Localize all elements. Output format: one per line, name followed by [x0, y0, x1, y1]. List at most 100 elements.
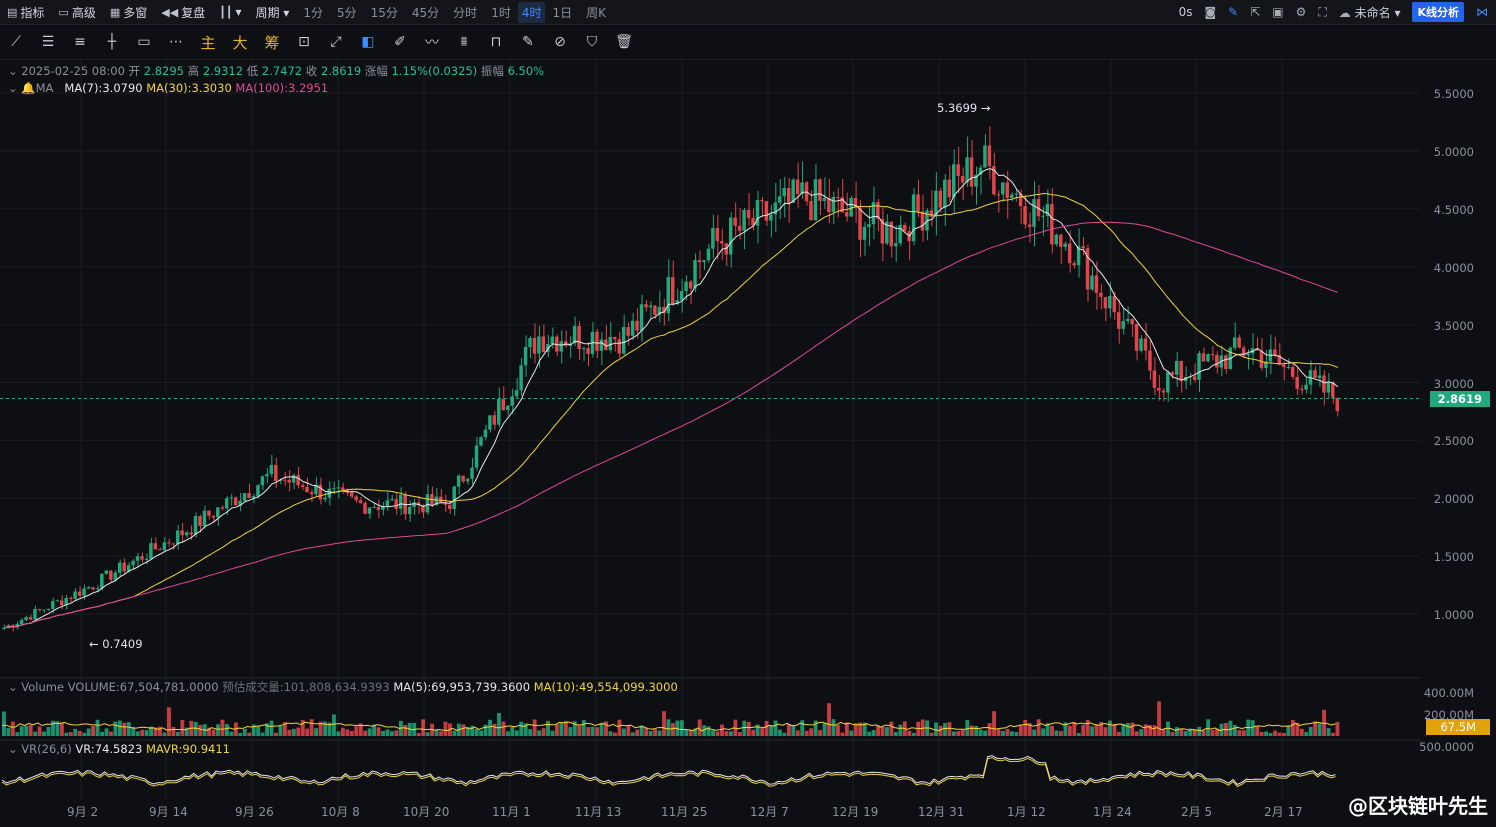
- volume-bar: [82, 732, 87, 736]
- volume-bar: [95, 719, 100, 736]
- volume-bar: [443, 721, 448, 736]
- candle-body: [1032, 198, 1036, 227]
- volume-bar: [595, 727, 600, 736]
- mavr-line: [1, 757, 1336, 788]
- candle-body: [1157, 387, 1161, 391]
- volume-bar: [943, 723, 947, 736]
- candle-body: [256, 485, 260, 497]
- candle-body: [1094, 275, 1099, 293]
- volume-info: ⌄ Volume VOLUME:67,504,781.0000 预估成交量:10…: [8, 680, 678, 694]
- candle-body: [37, 608, 42, 610]
- volume-bar: [956, 731, 961, 736]
- volume-bar: [679, 720, 684, 736]
- candle-body: [621, 327, 626, 354]
- candle-body: [1125, 318, 1130, 322]
- candle-body: [715, 228, 720, 242]
- candle-body: [1322, 375, 1326, 393]
- candle-body: [1174, 360, 1179, 375]
- candle-body: [849, 197, 853, 217]
- volume-bar: [1335, 721, 1340, 736]
- candle-body: [474, 445, 479, 468]
- volume-bar: [898, 724, 903, 736]
- volume-bar: [568, 727, 573, 736]
- candle-body: [269, 465, 274, 475]
- candle-body: [1023, 206, 1027, 225]
- volume-bar: [867, 731, 872, 736]
- candle-body: [702, 260, 706, 263]
- volume-bar: [1304, 732, 1309, 736]
- volume-bar: [354, 726, 359, 736]
- candle-body: [778, 196, 782, 203]
- volume-bar: [1152, 725, 1157, 736]
- volume-bar: [871, 729, 876, 736]
- candle-body: [207, 510, 211, 516]
- candle-body: [1090, 275, 1094, 290]
- volume-bar: [439, 731, 443, 736]
- candle-body: [42, 609, 46, 611]
- volume-bar: [800, 720, 805, 736]
- x-axis-label: 11月 25: [661, 805, 708, 819]
- candle-body: [385, 500, 390, 507]
- volume-bar: [1094, 724, 1099, 736]
- volume-bar: [332, 714, 336, 736]
- volume-bar: [117, 720, 122, 736]
- candle-body: [916, 194, 920, 212]
- volume-bar: [376, 727, 381, 736]
- candle-body: [488, 415, 492, 430]
- x-axis-label: 10月 20: [403, 805, 450, 819]
- collapse-icon[interactable]: ⌄: [8, 64, 18, 78]
- candle-body: [349, 492, 354, 497]
- volume-bar: [1054, 730, 1059, 736]
- candle-body: [831, 196, 836, 213]
- candle-body: [1063, 243, 1067, 247]
- candle-body: [100, 573, 104, 589]
- volume-scale: 400.00M: [1423, 686, 1474, 700]
- volume-bar: [559, 722, 564, 736]
- candle-body: [282, 479, 287, 481]
- candle-body: [720, 241, 724, 244]
- volume-bar: [907, 730, 912, 736]
- kline-chart[interactable]: [0, 0, 1496, 827]
- candle-body: [760, 200, 764, 202]
- volume-bar: [260, 732, 265, 736]
- volume-bar: [247, 732, 252, 736]
- candle-body: [844, 212, 849, 217]
- candle-body: [175, 530, 180, 544]
- x-axis-label: 1月 24: [1093, 805, 1132, 819]
- candle-body: [1041, 215, 1045, 217]
- low-annotation: ← 0.7409: [89, 637, 143, 651]
- candle-body: [599, 339, 604, 351]
- candle-body: [1282, 364, 1286, 368]
- candle-body: [202, 510, 207, 526]
- candle-body: [987, 145, 992, 167]
- volume-bar: [1059, 731, 1063, 736]
- volume-bar: [140, 729, 145, 736]
- collapse-icon[interactable]: ⌄: [8, 680, 18, 694]
- bell-icon[interactable]: 🔔: [21, 81, 35, 95]
- candle-body: [894, 243, 898, 247]
- candle-body: [1139, 338, 1143, 351]
- volume-bar: [385, 729, 390, 736]
- volume-bar: [635, 729, 640, 736]
- candle-body: [492, 415, 497, 425]
- candle-body: [1232, 337, 1237, 348]
- candle-body: [1331, 382, 1335, 398]
- volume-bar: [6, 728, 11, 736]
- candle-body: [354, 496, 358, 501]
- candle-body: [1273, 349, 1277, 355]
- collapse-icon[interactable]: ⌄: [8, 742, 18, 756]
- candle-body: [398, 494, 403, 509]
- candle-body: [461, 475, 465, 482]
- volume-bar: [510, 726, 515, 736]
- volume-bar: [193, 721, 198, 736]
- volume-bar: [1130, 722, 1135, 736]
- volume-bar: [951, 731, 956, 736]
- collapse-icon[interactable]: ⌄: [8, 81, 18, 95]
- candle-body: [1299, 388, 1304, 390]
- candle-body: [929, 210, 934, 217]
- x-axis-label: 2月 17: [1264, 805, 1303, 819]
- candle-body: [911, 194, 916, 242]
- candle-body: [1117, 312, 1121, 329]
- candle-body: [113, 572, 117, 580]
- volume-bar: [666, 719, 671, 736]
